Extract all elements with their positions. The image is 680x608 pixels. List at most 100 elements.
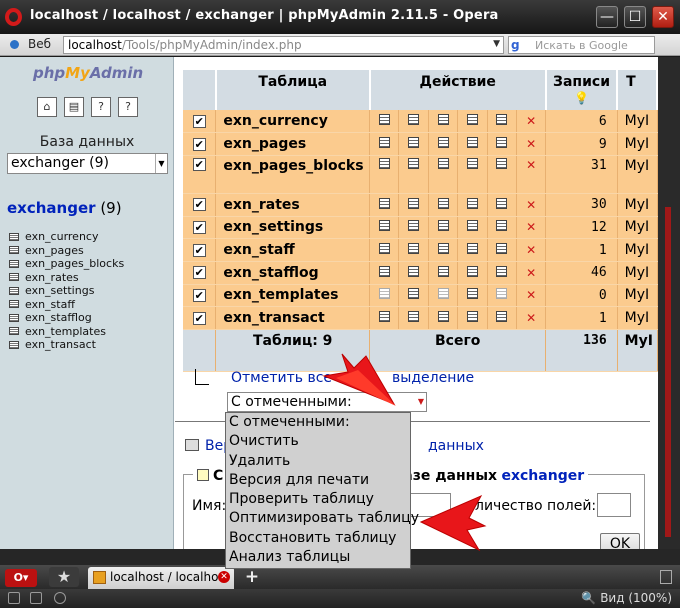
row-checkbox[interactable]: ✔ — [192, 220, 206, 234]
table-link[interactable]: exn_staff — [25, 298, 75, 311]
lightbulb-icon[interactable]: 💡 — [574, 91, 589, 105]
list-item[interactable]: exn_settings — [9, 284, 124, 298]
drop-icon[interactable]: ✕ — [526, 266, 536, 280]
table-icon[interactable] — [9, 246, 19, 255]
list-item[interactable]: exn_rates — [9, 271, 124, 285]
option-optimize-table[interactable]: Оптимизировать таблицу — [226, 509, 419, 528]
empty-icon[interactable] — [496, 197, 508, 209]
row-checkbox[interactable]: ✔ — [192, 157, 206, 171]
tab-localhost[interactable]: localhost / localho... ✕ — [88, 567, 234, 589]
row-checkbox[interactable]: ✔ — [192, 243, 206, 257]
table-icon[interactable] — [9, 286, 19, 295]
insert-icon[interactable] — [466, 157, 478, 169]
empty-icon[interactable] — [496, 220, 508, 232]
table-link[interactable]: exn_pages — [25, 244, 84, 257]
search-input[interactable]: g Искать в Google — [508, 36, 655, 54]
table-icon[interactable] — [9, 300, 19, 309]
row-checkbox[interactable]: ✔ — [192, 311, 206, 325]
empty-icon[interactable] — [496, 265, 508, 277]
search-icon[interactable] — [437, 265, 449, 277]
insert-icon[interactable] — [466, 220, 478, 232]
empty-icon[interactable] — [496, 114, 508, 126]
database-select[interactable]: exchanger (9) ▼ — [7, 153, 168, 174]
structure-icon[interactable] — [408, 288, 420, 300]
list-item[interactable]: exn_templates — [9, 325, 124, 339]
documentation-icon[interactable]: ? — [118, 97, 138, 117]
search-icon[interactable] — [437, 243, 449, 255]
row-checkbox[interactable]: ✔ — [192, 266, 206, 280]
row-checkbox[interactable]: ✔ — [192, 137, 206, 151]
row-checkbox[interactable]: ✔ — [192, 114, 206, 128]
browse-icon[interactable] — [378, 220, 390, 232]
table-link[interactable]: exn_stafflog — [25, 311, 92, 324]
table-link[interactable]: exn_rates — [25, 271, 79, 284]
insert-icon[interactable] — [466, 288, 478, 300]
mark-all-link-start[interactable]: Отметить все — [231, 370, 332, 386]
list-item[interactable]: exn_transact — [9, 338, 124, 352]
table-icon[interactable] — [9, 327, 19, 336]
table-name[interactable]: exn_transact — [215, 306, 371, 330]
table-name[interactable]: exn_settings — [215, 216, 371, 240]
table-name[interactable]: exn_rates — [215, 193, 371, 217]
browse-icon[interactable] — [378, 157, 390, 169]
drop-icon[interactable]: ✕ — [526, 243, 536, 257]
insert-icon[interactable] — [466, 265, 478, 277]
empty-icon[interactable] — [496, 311, 508, 323]
drop-icon[interactable]: ✕ — [526, 114, 536, 128]
table-name[interactable]: exn_staff — [215, 238, 371, 262]
option-check-table[interactable]: Проверить таблицу — [226, 490, 410, 509]
help-icon[interactable]: ? — [91, 97, 111, 117]
table-icon[interactable] — [9, 313, 19, 322]
empty-icon[interactable] — [496, 137, 508, 149]
table-link[interactable]: exn_pages_blocks — [25, 257, 124, 270]
tab-close-icon[interactable]: ✕ — [218, 571, 230, 583]
table-name[interactable]: exn_pages_blocks — [215, 155, 371, 194]
table-icon[interactable] — [9, 273, 19, 282]
structure-icon[interactable] — [408, 197, 420, 209]
current-database[interactable]: exchanger (9) — [7, 199, 122, 217]
new-tab-button[interactable]: + — [240, 568, 264, 587]
field-count-input[interactable] — [597, 493, 631, 517]
list-item[interactable]: exn_currency — [9, 230, 124, 244]
table-link[interactable]: exn_templates — [25, 325, 106, 338]
header-records[interactable]: Записи 💡 — [545, 70, 619, 110]
option-print-view[interactable]: Версия для печати — [226, 471, 410, 490]
opera-menu-button[interactable]: O▾ — [5, 569, 37, 587]
table-link[interactable]: exn_currency — [25, 230, 98, 243]
turbo-icon[interactable] — [54, 592, 66, 604]
insert-icon[interactable] — [466, 311, 478, 323]
table-name[interactable]: exn_pages — [215, 132, 371, 156]
search-icon[interactable] — [437, 311, 449, 323]
table-name[interactable]: exn_currency — [215, 110, 371, 134]
table-icon[interactable] — [9, 259, 19, 268]
drop-icon[interactable]: ✕ — [526, 220, 536, 234]
structure-icon[interactable] — [408, 114, 420, 126]
empty-icon[interactable] — [496, 288, 508, 300]
browse-icon[interactable] — [378, 197, 390, 209]
insert-icon[interactable] — [466, 114, 478, 126]
search-icon[interactable] — [437, 197, 449, 209]
trash-icon[interactable] — [660, 570, 672, 584]
structure-icon[interactable] — [408, 311, 420, 323]
browse-icon[interactable] — [378, 288, 390, 300]
option-empty[interactable]: Очистить — [226, 432, 410, 451]
header-type[interactable]: Т — [617, 70, 658, 110]
table-name[interactable]: exn_stafflog — [215, 261, 371, 285]
insert-icon[interactable] — [466, 197, 478, 209]
scrollbar-thumb[interactable] — [665, 207, 671, 537]
data-dictionary-link[interactable]: данных — [428, 438, 484, 454]
speed-dial-icon[interactable] — [30, 592, 42, 604]
browse-icon[interactable] — [378, 137, 390, 149]
mark-all-link-end[interactable]: выделение — [392, 370, 474, 386]
search-icon[interactable] — [437, 157, 449, 169]
header-table[interactable]: Таблица — [215, 70, 371, 110]
list-item[interactable]: exn_stafflog — [9, 311, 124, 325]
home-icon[interactable]: ⌂ — [37, 97, 57, 117]
structure-icon[interactable] — [408, 243, 420, 255]
ok-button[interactable]: OK — [600, 533, 640, 549]
drop-icon[interactable]: ✕ — [526, 311, 536, 325]
browse-icon[interactable] — [378, 114, 390, 126]
structure-icon[interactable] — [408, 137, 420, 149]
scrollbar[interactable] — [658, 57, 680, 549]
search-icon[interactable] — [437, 137, 449, 149]
